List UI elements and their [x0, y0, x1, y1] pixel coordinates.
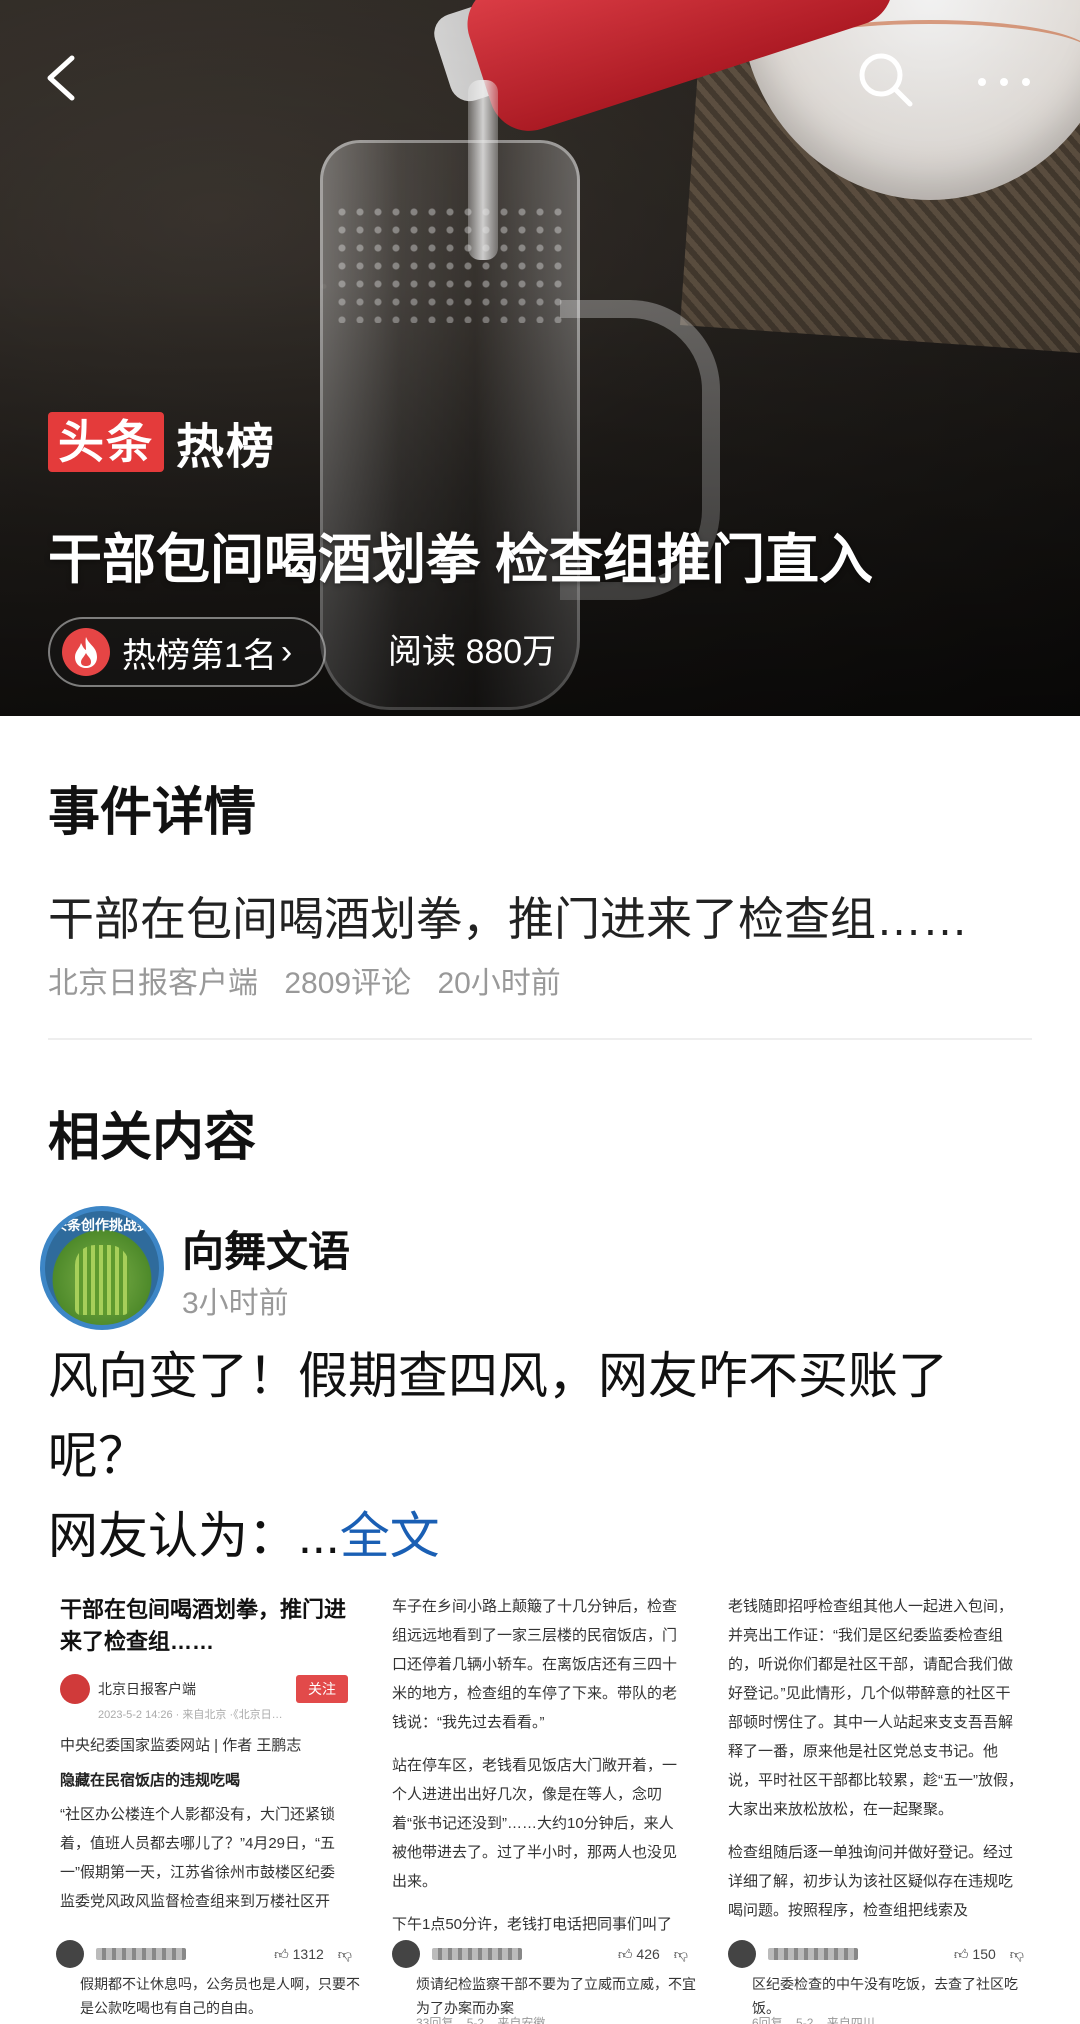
post-time: 3小时前	[182, 1287, 289, 1320]
comment-footer: 6回复 5-2 来自四川	[752, 2014, 885, 2024]
thumb-up-icon: 👍︎ 150	[953, 1945, 996, 1962]
commenter-avatar	[728, 1940, 756, 1968]
related-section-title: 相关内容	[48, 1109, 257, 1167]
event-source: 北京日报客户端	[48, 967, 258, 1000]
event-meta: 北京日报客户端 2809评论 20小时前	[48, 958, 579, 1002]
comment-text: 烦请纪检监察干部不要为了立威而立威，不宜为了办案而办案	[416, 1972, 696, 2020]
post-summary-prefix: 网友认为：...	[48, 1508, 340, 1564]
avatar-badge-text: 头条创作挑战赛	[53, 1217, 151, 1233]
reply-count: 33回复	[416, 2016, 454, 2024]
more-dots-icon[interactable]	[970, 56, 1038, 106]
source-name: 北京日报客户端	[98, 1681, 196, 1697]
post-body[interactable]: 风向变了！假期查四风，网友咋不买账了呢？	[48, 1336, 1038, 1496]
reply-date: 5-2	[466, 2016, 485, 2024]
article-source-row: 北京日报客户端 关注	[40, 1658, 368, 1704]
brand-logo-white-part: 热榜	[176, 421, 277, 474]
section-divider	[48, 1038, 1032, 1040]
comment-row: 👍︎ 426 👎︎	[376, 1934, 704, 1974]
post-summary: 网友认为：...全文	[48, 1496, 440, 1576]
post-image-collage[interactable]: 干部在包间喝酒划拳，推门进来了检查组…… 北京日报客户端 关注 2023-5-2…	[40, 1580, 1040, 2024]
event-headline-link[interactable]: 干部在包间喝酒划拳，推门进来了检查组……	[48, 883, 1038, 949]
like-count: 150	[972, 1945, 996, 1962]
comment-row: 👍︎ 150 👎︎	[712, 1934, 1040, 1974]
like-count: 426	[636, 1945, 660, 1962]
source-logo-icon	[60, 1674, 90, 1704]
commenter-avatar	[56, 1940, 84, 1968]
hero-photo-shade	[0, 0, 1080, 716]
follow-button: 关注	[296, 1675, 348, 1703]
back-arrow-icon[interactable]	[36, 50, 92, 106]
hero-title: 干部包间喝酒划拳 检查组推门直入	[48, 530, 874, 590]
commenter-name-blurred	[432, 1948, 522, 1960]
event-comment-count: 2809评论	[284, 967, 412, 1000]
article-title: 干部在包间喝酒划拳，推门进来了检查组……	[60, 1597, 347, 1654]
thumb-down-icon: 👎︎	[337, 1945, 352, 1962]
chevron-right-icon: ›	[280, 632, 293, 671]
thumb-down-icon: 👎︎	[673, 1945, 688, 1962]
article-paragraph: 下午1点50分许，老钱打电话把同事们叫了	[392, 1916, 673, 1933]
avatar[interactable]: 头条创作挑战赛	[40, 1206, 164, 1330]
author-name[interactable]: 向舞文语	[182, 1218, 350, 1279]
collage-image-1[interactable]: 干部在包间喝酒划拳，推门进来了检查组…… 北京日报客户端 关注 2023-5-2…	[40, 1580, 368, 2024]
comment-footer: 33回复 5-2 来自安徽	[416, 2014, 555, 2024]
commenter-avatar	[392, 1940, 420, 1968]
reply-count: 6回复	[752, 2016, 783, 2024]
hero-banner	[0, 0, 1080, 716]
commenter-name-blurred	[768, 1948, 858, 1960]
toutiao-hot-list-logo: 头条 热榜	[48, 412, 276, 474]
article-byline: 中央纪委国家监委网站 | 作者 王鹏志	[60, 1737, 302, 1754]
hot-rank-pill[interactable]: 热榜第1名 ›	[48, 617, 326, 687]
event-section-title: 事件详情	[48, 784, 257, 842]
article-paragraph: “社区办公楼连个人影都没有，大门还紧锁着，值班人员都去哪儿了？”4月29日，“五…	[60, 1806, 336, 1910]
article-paragraph: 检查组随后逐一单独询问并做好登记。经过详细了解，初步认为该社区疑似存在违规吃喝问…	[728, 1844, 1014, 1919]
article-subheading: 隐藏在民宿饭店的违规吃喝	[60, 1772, 241, 1789]
comment-text: 假期都不让休息吗，公务员也是人啊，只要不是公款吃喝也有自己的自由。	[80, 1972, 360, 2020]
hot-rank-label: 热榜第1名	[122, 636, 277, 675]
event-time: 20小时前	[437, 967, 561, 1000]
article-paragraph: 车子在乡间小路上颠簸了十几分钟后，检查组远远地看到了一家三层楼的民宿饭店，门口还…	[392, 1598, 678, 1731]
search-icon[interactable]	[854, 48, 916, 110]
brand-logo-red-part: 头条	[48, 412, 164, 472]
collage-image-3[interactable]: 老钱随即招呼检查组其他人一起进入包间，并亮出工作证：“我们是区纪委监委检查组的，…	[712, 1580, 1040, 2024]
read-count: 阅读 880万	[388, 633, 557, 671]
comment-text: 区纪委检查的中午没有吃饭，去查了社区吃饭。	[752, 1972, 1032, 2020]
source-date: 2023-5-2 14:26 · 来自北京 ·《北京日…	[98, 1709, 283, 1721]
reply-date: 5-2	[796, 2016, 814, 2024]
comment-row: 👍︎ 1312 👎︎	[40, 1934, 368, 1974]
commenter-name-blurred	[96, 1948, 186, 1960]
reply-location: 来自四川	[826, 2016, 875, 2024]
thumb-down-icon: 👎︎	[1009, 1945, 1024, 1962]
article-paragraph: 站在停车区，老钱看见饭店大门敞开着，一个人进进出出好几次，像是在等人，念叨着“张…	[392, 1757, 678, 1890]
collage-image-2[interactable]: 车子在乡间小路上颠簸了十几分钟后，检查组远远地看到了一家三层楼的民宿饭店，门口还…	[376, 1580, 704, 2024]
article-paragraph: 老钱随即招呼检查组其他人一起进入包间，并亮出工作证：“我们是区纪委监委检查组的，…	[728, 1598, 1023, 1818]
thumb-up-icon: 👍︎ 1312	[274, 1945, 324, 1962]
like-count: 1312	[292, 1945, 324, 1962]
reply-location: 来自安徽	[497, 2016, 546, 2024]
fire-icon	[62, 628, 110, 676]
thumb-up-icon: 👍︎ 426	[617, 1945, 660, 1962]
full-text-link[interactable]: 全文	[340, 1508, 440, 1564]
